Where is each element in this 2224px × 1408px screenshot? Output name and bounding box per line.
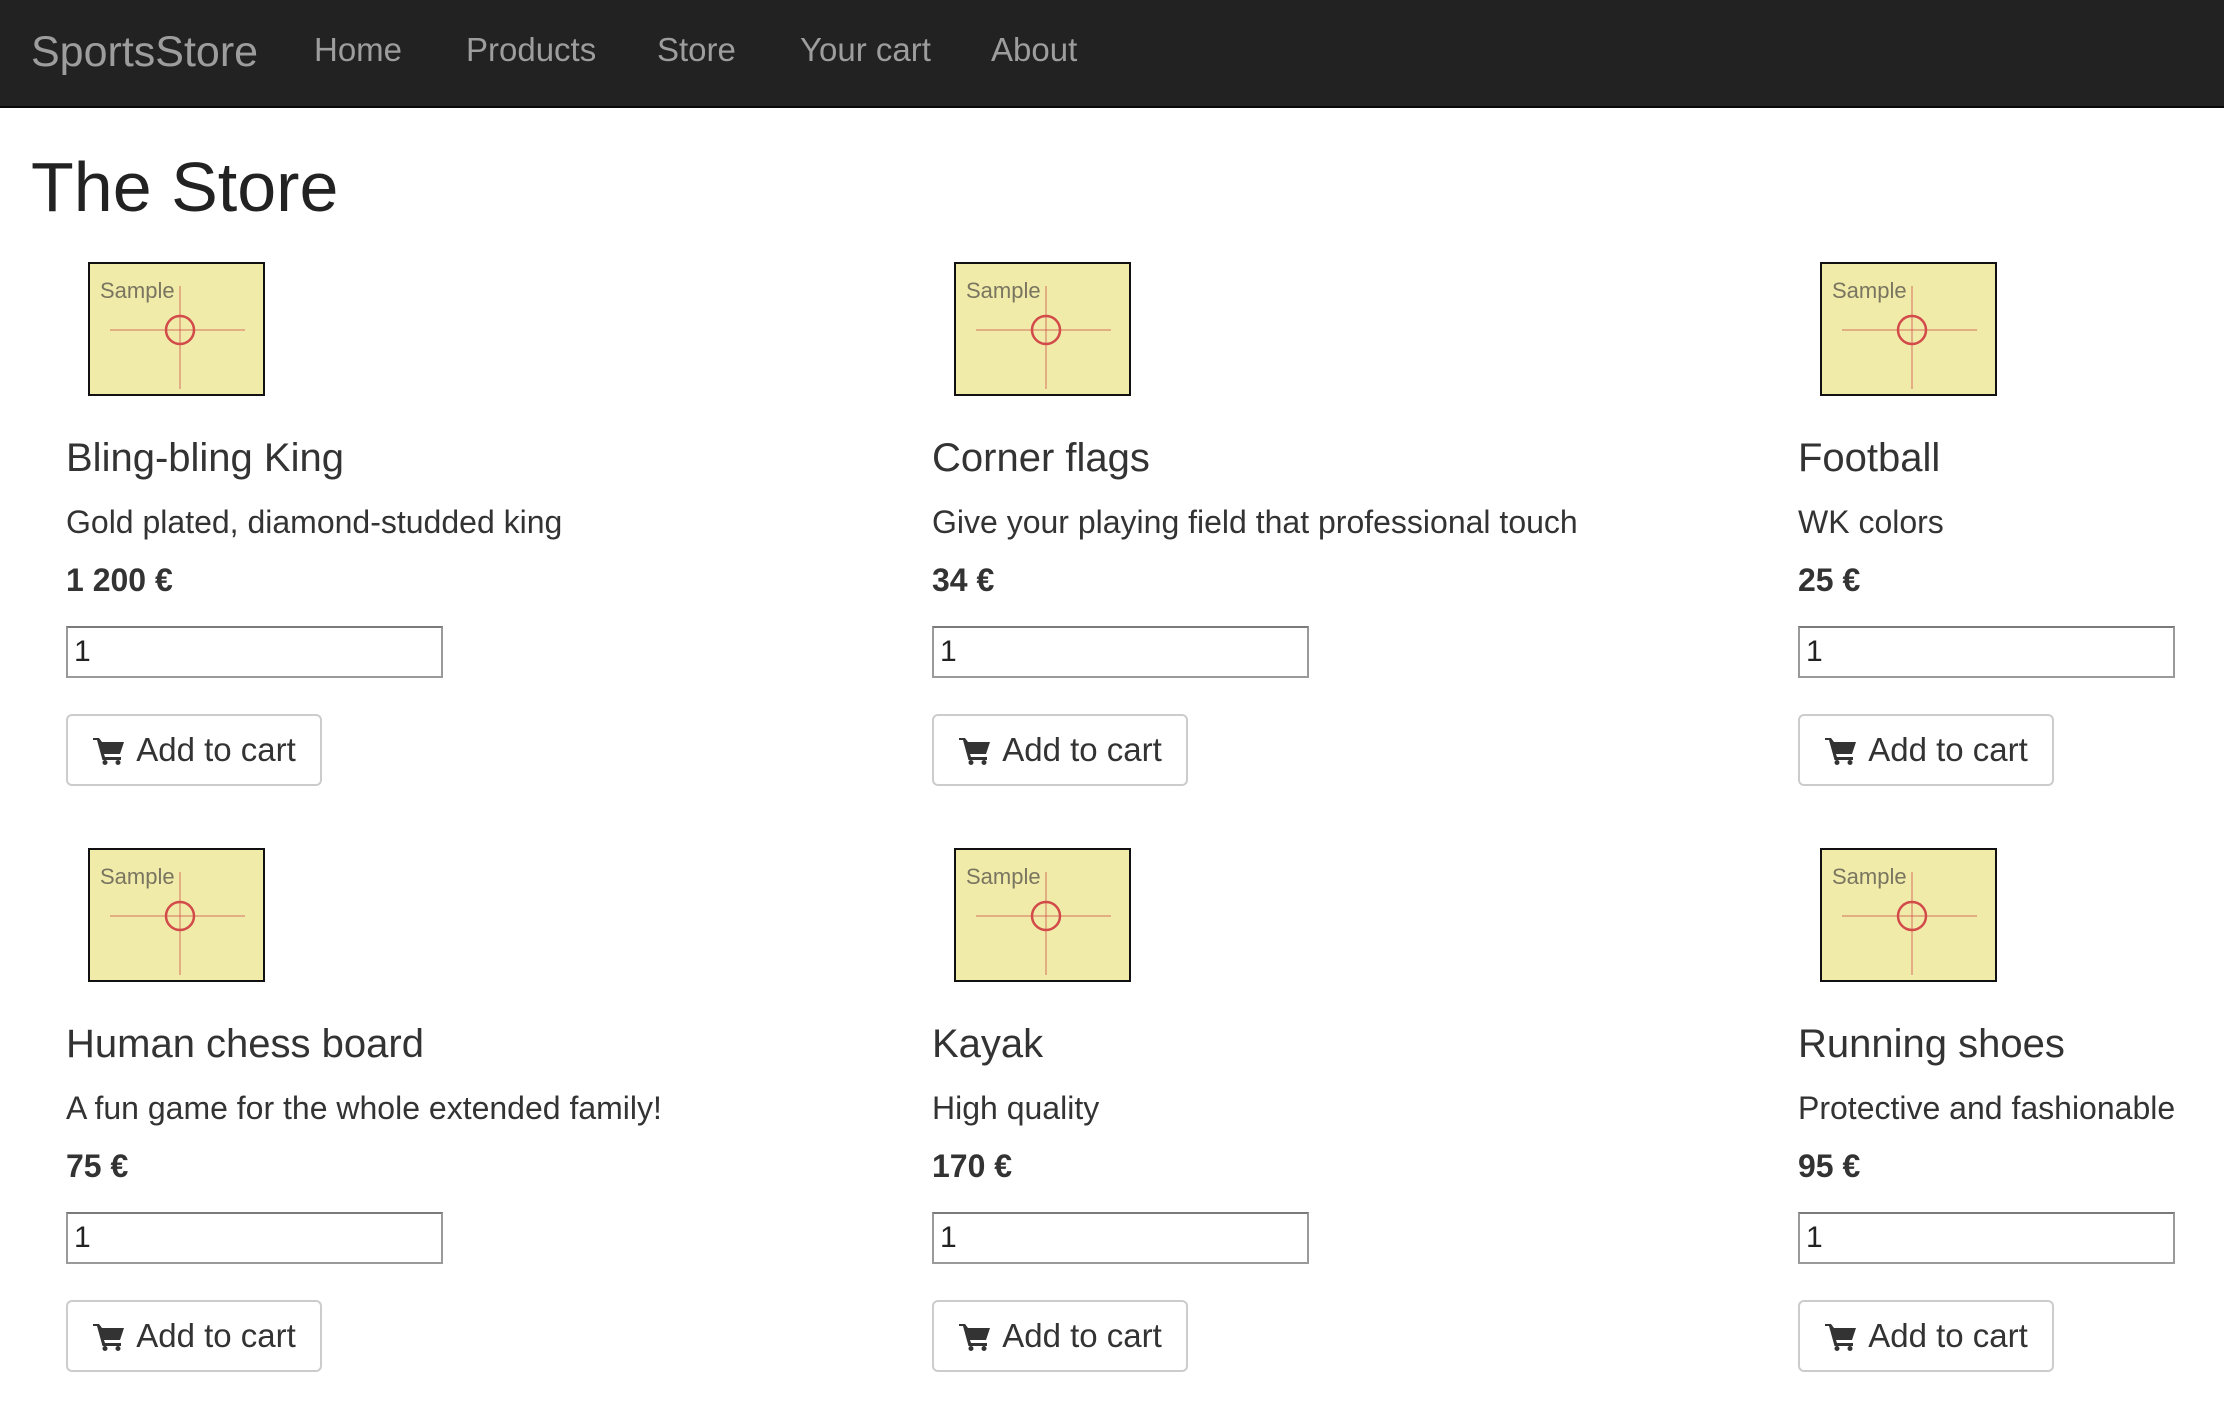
sample-image-icon: Sample [1832,278,1977,389]
product-name: Football [1798,436,1941,480]
quantity-input[interactable] [66,1212,443,1264]
product-description: WK colors [1798,504,1944,540]
shopping-cart-icon [958,1321,992,1351]
nav-link-home[interactable]: Home [314,26,402,74]
product-thumbnail: Sample [1820,262,1997,396]
shopping-cart-icon [1824,1321,1858,1351]
product-card: Sample Human chess board A fun game for … [66,848,826,1408]
product-thumbnail: Sample [88,848,265,982]
add-to-cart-button[interactable]: Add to cart [932,1300,1188,1372]
shopping-cart-icon [92,1321,126,1351]
sample-image-icon: Sample [100,278,245,389]
add-to-cart-button[interactable]: Add to cart [66,714,322,786]
add-to-cart-label: Add to cart [1002,731,1162,768]
add-to-cart-button[interactable]: Add to cart [1798,714,2054,786]
product-description: A fun game for the whole extended family… [66,1090,662,1126]
top-navbar: SportsStore Home Products Store Your car… [0,0,2224,108]
shopping-cart-icon [92,735,126,765]
product-card: Sample Corner flags Give your playing fi… [932,262,1692,822]
sample-image-icon: Sample [1832,864,1977,975]
product-name: Bling-bling King [66,436,344,480]
product-price: 1 200 € [66,562,173,598]
quantity-input[interactable] [66,626,443,678]
add-to-cart-label: Add to cart [1868,731,2028,768]
product-name: Running shoes [1798,1022,2065,1066]
product-name: Corner flags [932,436,1150,480]
product-thumbnail: Sample [88,262,265,396]
add-to-cart-label: Add to cart [1868,1317,2028,1354]
nav-link-store[interactable]: Store [657,26,736,74]
thumbnail-label: Sample [1832,278,1907,303]
thumbnail-label: Sample [966,278,1041,303]
quantity-input[interactable] [932,1212,1309,1264]
product-card: Sample Bling-bling King Gold plated, dia… [66,262,826,822]
product-price: 25 € [1798,562,1861,598]
nav-link-about[interactable]: About [991,26,1077,74]
thumbnail-label: Sample [966,864,1041,889]
product-thumbnail: Sample [954,262,1131,396]
product-price: 34 € [932,562,995,598]
add-to-cart-button[interactable]: Add to cart [1798,1300,2054,1372]
quantity-input[interactable] [1798,626,2175,678]
product-name: Human chess board [66,1022,424,1066]
product-description: High quality [932,1090,1100,1126]
product-description: Protective and fashionable [1798,1090,2176,1126]
add-to-cart-label: Add to cart [1002,1317,1162,1354]
quantity-input[interactable] [932,626,1309,678]
product-card: Sample Kayak High quality 170 € Add to c… [932,848,1692,1408]
sample-image-icon: Sample [966,864,1111,975]
product-price: 170 € [932,1148,1013,1184]
product-thumbnail: Sample [1820,848,1997,982]
add-to-cart-label: Add to cart [136,1317,296,1354]
add-to-cart-button[interactable]: Add to cart [66,1300,322,1372]
nav-link-products[interactable]: Products [466,26,596,74]
brand-link[interactable]: SportsStore [31,22,258,82]
product-card: Sample Running shoes Protective and fash… [1798,848,2224,1408]
add-to-cart-label: Add to cart [136,731,296,768]
nav-link-your-cart[interactable]: Your cart [800,26,931,74]
sample-image-icon: Sample [100,864,245,975]
shopping-cart-icon [958,735,992,765]
page-title: The Store [31,148,339,226]
sample-image-icon: Sample [966,278,1111,389]
shopping-cart-icon [1824,735,1858,765]
thumbnail-label: Sample [1832,864,1907,889]
thumbnail-label: Sample [100,864,175,889]
product-description: Gold plated, diamond-studded king [66,504,563,540]
product-thumbnail: Sample [954,848,1131,982]
product-description: Give your playing field that professiona… [932,504,1578,540]
product-card: Sample Football WK colors 25 € Add to ca… [1798,262,2224,822]
product-name: Kayak [932,1022,1044,1066]
product-price: 95 € [1798,1148,1861,1184]
quantity-input[interactable] [1798,1212,2175,1264]
add-to-cart-button[interactable]: Add to cart [932,714,1188,786]
thumbnail-label: Sample [100,278,175,303]
product-price: 75 € [66,1148,129,1184]
